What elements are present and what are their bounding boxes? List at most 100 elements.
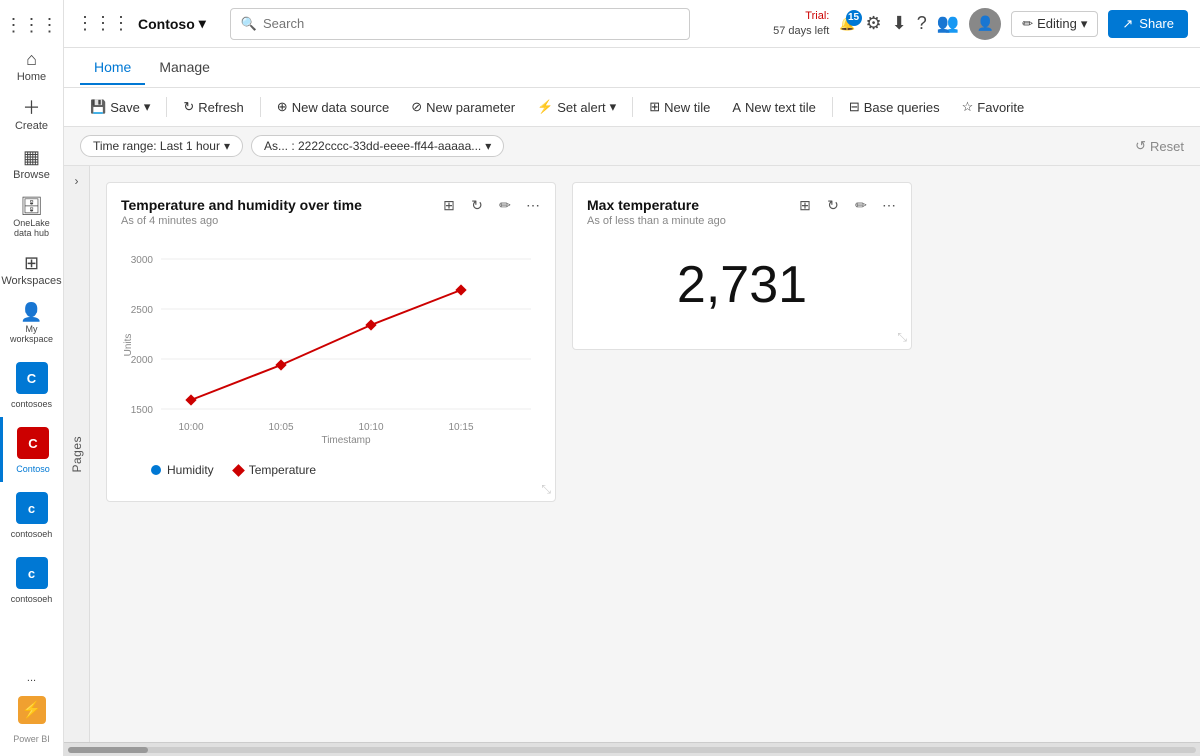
main-content: ⋮⋮⋮ Contoso ▾ 🔍 Trial: 57 days left 🔔 15… (64, 0, 1200, 756)
datasource-icon: ⊕ (277, 99, 288, 115)
divider-1 (166, 97, 167, 117)
reset-label: Reset (1150, 139, 1184, 154)
editing-chevron: ▾ (1081, 16, 1088, 32)
chart-actions: ⊞ ↻ ✏ ⋯ (437, 193, 545, 217)
filter-chips: Time range: Last 1 hour ▾ As... : 2222cc… (80, 135, 504, 157)
avatar[interactable]: 👤 (969, 8, 1001, 40)
sidebar-item-create[interactable]: ＋ Create (0, 91, 63, 140)
nav-tabs: Home Manage (64, 48, 1200, 88)
reset-icon: ↺ (1135, 138, 1146, 154)
as-chevron: ▾ (485, 139, 491, 153)
sidebar-item-myworkspace[interactable]: 👤 Myworkspace (0, 295, 63, 352)
share-icon: ↗ (1122, 16, 1133, 32)
app-label-contosoeh1: contosoeh (11, 529, 53, 539)
sidebar-item-workspaces[interactable]: ⊞ Workspaces (0, 246, 63, 295)
save-icon: 💾 (90, 99, 106, 115)
share-label: Share (1139, 16, 1174, 31)
sidebar-workspaces-label: Workspaces (1, 275, 61, 287)
metric-resize-handle[interactable]: ⤡ (897, 330, 907, 345)
workspace-chevron: ▾ (199, 15, 206, 32)
chart-table-icon[interactable]: ⊞ (437, 193, 461, 217)
sidebar-item-browse[interactable]: ▦ Browse (0, 140, 63, 189)
dashboard: Temperature and humidity over time As of… (90, 166, 1200, 742)
base-queries-button[interactable]: ⊟ Base queries (839, 94, 950, 120)
svg-text:10:05: 10:05 (268, 422, 293, 433)
svg-text:10:00: 10:00 (178, 422, 203, 433)
notification-bell[interactable]: 🔔 15 (839, 16, 855, 32)
workspace-selector[interactable]: Contoso ▾ (138, 15, 206, 32)
humidity-label: Humidity (167, 463, 214, 477)
refresh-button[interactable]: ↻ Refresh (173, 94, 253, 120)
metric-refresh-icon[interactable]: ↻ (821, 193, 845, 217)
apps-menu-icon[interactable]: ⋮⋮⋮ (76, 13, 130, 34)
metric-more-icon[interactable]: ⋯ (877, 193, 901, 217)
app-icon-contosoeh1: c (16, 492, 48, 524)
as-label: As... : 2222cccc-33dd-eeee-ff44-aaaaa... (264, 139, 481, 153)
sidebar-app-contoso[interactable]: C Contoso (0, 417, 63, 482)
workspace-name-label: Contoso (138, 16, 195, 32)
sidebar-item-home[interactable]: ⌂ Home (0, 42, 63, 91)
new-text-button[interactable]: A New text tile (722, 95, 825, 120)
time-range-filter[interactable]: Time range: Last 1 hour ▾ (80, 135, 243, 157)
search-box[interactable]: 🔍 (230, 8, 690, 40)
svg-text:3000: 3000 (131, 255, 154, 266)
share-people-icon[interactable]: 👥 (937, 13, 959, 34)
editing-button[interactable]: ✏ Editing ▾ (1011, 11, 1098, 37)
pages-panel: › Pages (64, 166, 90, 742)
filter-bar: Time range: Last 1 hour ▾ As... : 2222cc… (64, 127, 1200, 166)
app-label-contoso: Contoso (16, 464, 50, 474)
sidebar-app-contosoeh2[interactable]: c contosoeh (0, 547, 63, 612)
new-tile-label: New tile (664, 100, 710, 115)
workspaces-icon: ⊞ (24, 254, 39, 272)
settings-icon[interactable]: ⚙ (866, 13, 882, 34)
new-parameter-button[interactable]: ⊘ New parameter (401, 94, 525, 120)
sidebar-item-apps[interactable]: ⋮⋮⋮ (0, 8, 63, 42)
help-icon[interactable]: ? (917, 13, 927, 34)
sidebar-app-contosoes[interactable]: C contosoes (0, 352, 63, 417)
create-icon: ＋ (23, 99, 41, 117)
save-button[interactable]: 💾 Save ▾ (80, 94, 160, 120)
tab-manage[interactable]: Manage (145, 51, 224, 85)
browse-icon: ▦ (23, 148, 40, 166)
favorite-button[interactable]: ☆ Favorite (952, 94, 1035, 120)
new-datasource-button[interactable]: ⊕ New data source (267, 94, 399, 120)
scrollbar-track[interactable] (68, 747, 1196, 753)
chart-refresh-icon[interactable]: ↻ (465, 193, 489, 217)
refresh-label: Refresh (198, 100, 244, 115)
scrollbar-thumb[interactable] (68, 747, 148, 753)
app-icon-contoso: C (17, 427, 49, 459)
metric-table-icon[interactable]: ⊞ (793, 193, 817, 217)
pages-chevron[interactable]: › (75, 174, 79, 188)
divider-2 (260, 97, 261, 117)
queries-icon: ⊟ (849, 99, 860, 115)
base-queries-label: Base queries (864, 100, 940, 115)
line-chart-svg: 3000 2500 2000 1500 Units 10:00 10:05 (121, 235, 541, 455)
svg-text:10:15: 10:15 (448, 422, 473, 433)
chart-edit-icon[interactable]: ✏ (493, 193, 517, 217)
sidebar-app-contosoeh1[interactable]: c contosoeh (0, 482, 63, 547)
app-label-contosoeh2: contosoeh (11, 594, 53, 604)
metric-value: 2,731 (677, 235, 807, 335)
chart-more-icon[interactable]: ⋯ (521, 193, 545, 217)
topbar: ⋮⋮⋮ Contoso ▾ 🔍 Trial: 57 days left 🔔 15… (64, 0, 1200, 48)
download-icon[interactable]: ⬇ (892, 13, 907, 34)
reset-button[interactable]: ↺ Reset (1135, 138, 1184, 154)
share-button[interactable]: ↗ Share (1108, 10, 1188, 38)
scrollbar-area (64, 742, 1200, 756)
content-with-pages: › Pages Temperature and humidity over ti… (64, 166, 1200, 742)
new-tile-button[interactable]: ⊞ New tile (639, 94, 720, 120)
trial-days: 57 days left (773, 24, 829, 38)
resize-handle[interactable]: ⤡ (541, 482, 551, 497)
search-input[interactable] (263, 16, 679, 31)
as-filter[interactable]: As... : 2222cccc-33dd-eeee-ff44-aaaaa...… (251, 135, 504, 157)
set-alert-button[interactable]: ⚡ Set alert ▾ (527, 94, 626, 120)
chart-container: 3000 2500 2000 1500 Units 10:00 10:05 (121, 235, 541, 455)
toolbar: 💾 Save ▾ ↻ Refresh ⊕ New data source ⊘ N… (64, 88, 1200, 127)
svg-text:2000: 2000 (131, 355, 154, 366)
chart-card: Temperature and humidity over time As of… (106, 182, 556, 502)
sidebar-item-onelake[interactable]: 🗄 OneLakedata hub (0, 189, 63, 246)
sidebar-more[interactable]: ... (0, 664, 63, 692)
new-datasource-label: New data source (292, 100, 390, 115)
metric-edit-icon[interactable]: ✏ (849, 193, 873, 217)
tab-home[interactable]: Home (80, 51, 145, 85)
